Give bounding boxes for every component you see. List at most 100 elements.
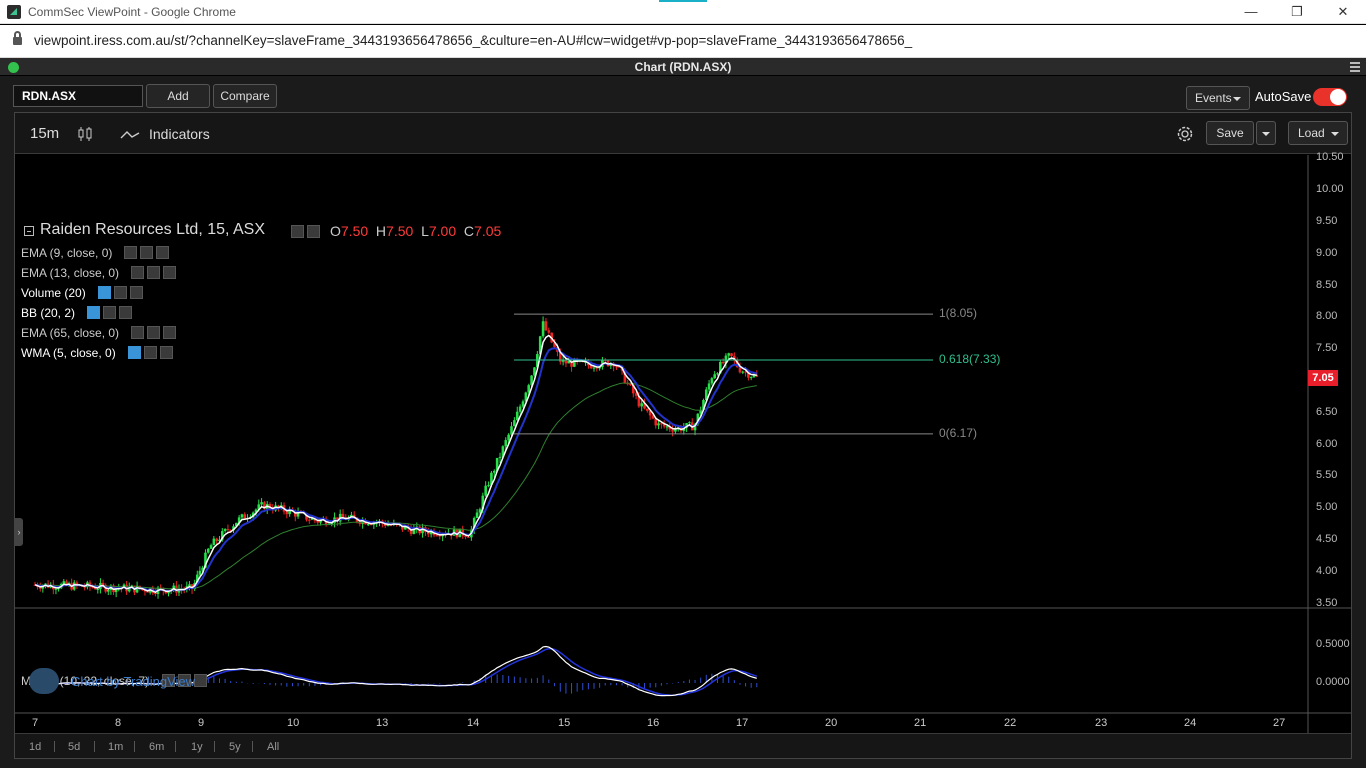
candle-body [188,584,191,587]
range-1d[interactable]: 1d [29,741,41,753]
chevron-down-icon [1331,132,1339,136]
last-price-badge: 7.05 [1308,369,1338,386]
candle-body [665,426,669,428]
price-tick-label: 7.50 [1316,342,1338,355]
candle-body [435,535,439,537]
bb-band-line [34,347,758,593]
range-1y[interactable]: 1y [191,741,203,753]
legend-settings-icon[interactable] [307,225,320,238]
study-eye-icon[interactable] [131,326,144,339]
save-options-dropdown[interactable] [1256,121,1276,145]
study-settings-icon[interactable] [147,266,160,279]
price-tick-label: 8.50 [1316,278,1338,291]
macd-tick-label: 0.0000 [1316,676,1350,688]
candle-body [198,570,202,575]
candle-body [671,429,674,432]
ohlc-close-key: C [463,223,475,239]
date-tick-label: 13 [376,717,389,729]
candle-body [721,361,725,364]
compare-button[interactable]: Compare [213,84,277,108]
study-ema-9[interactable]: EMA (9, close, 0) [21,246,112,260]
url-text[interactable]: viewpoint.iress.com.au/st/?channelKey=sl… [34,33,912,48]
candle-body [507,434,510,441]
close-window-button[interactable]: ✕ [1320,2,1366,22]
indicators-icon[interactable] [120,130,140,140]
legend-eye-icon[interactable] [291,225,304,238]
collapse-legend-icon[interactable] [24,226,34,236]
study-remove-icon[interactable] [130,286,143,299]
ohlc-high-key: H [375,223,387,239]
address-bar[interactable]: viewpoint.iress.com.au/st/?channelKey=sl… [0,25,1366,58]
interval-selector[interactable]: 15m [30,125,59,142]
expand-sidebar-button[interactable]: › [15,518,23,546]
candle-body [209,545,213,549]
study-wma-5[interactable]: WMA (5, close, 0) [21,346,116,360]
chart-window-title: Chart (RDN.ASX) [634,60,732,74]
date-tick-label: 27 [1273,717,1286,729]
study-remove-icon[interactable] [163,266,176,279]
study-eye-icon[interactable] [124,246,137,259]
autosave-toggle[interactable] [1313,88,1347,106]
candle-body [498,456,502,458]
study-eye-icon[interactable] [98,286,111,299]
tradingview-logo-icon [29,668,59,694]
load-dropdown[interactable]: Load [1288,121,1348,145]
study-remove-icon[interactable] [156,246,169,259]
candle-body [146,591,149,593]
range-1m[interactable]: 1m [108,741,123,753]
range-5d[interactable]: 5d [68,741,80,753]
price-tick-label: 9.00 [1316,246,1338,259]
study-settings-icon[interactable] [144,346,157,359]
tradingview-watermark[interactable]: Chart by TradingView [29,668,239,696]
date-tick-label: 24 [1184,717,1197,729]
indicators-button[interactable]: Indicators [149,126,210,142]
candle-body [341,513,345,518]
study-remove-icon[interactable] [119,306,132,319]
date-tick-label: 16 [647,717,660,729]
candlestick-icon[interactable] [77,126,93,142]
save-button[interactable]: Save [1206,121,1254,145]
fib-level-label: 0(6.17) [939,425,978,440]
load-label: Load [1298,126,1325,140]
price-tick-label: 4.00 [1316,564,1338,577]
range-5y[interactable]: 5y [229,741,241,753]
range-bar: 1d 5d 1m 6m 1y 5y All [15,733,1351,758]
toggle-knob [1330,89,1346,105]
candle-body [215,538,218,542]
candle-body [101,582,105,586]
study-ema-13[interactable]: EMA (13, close, 0) [21,266,119,280]
fib-level-label: 0.618(7.33) [939,351,1001,366]
ohlc-low-key: L [421,223,429,239]
study-remove-icon[interactable] [163,326,176,339]
candle-body [106,589,110,592]
macd-tick-label: 0.5000 [1316,638,1350,650]
study-settings-icon[interactable] [114,286,127,299]
study-eye-icon[interactable] [131,266,144,279]
symbol-input[interactable] [13,85,143,107]
price-tick-label: 9.50 [1316,214,1338,227]
candle-body [727,353,731,356]
study-settings-icon[interactable] [140,246,153,259]
candle-body [749,377,753,379]
candle-body [366,524,370,526]
price-chart-canvas[interactable] [15,155,1351,733]
study-settings-icon[interactable] [147,326,160,339]
gear-icon[interactable] [1175,124,1195,144]
study-remove-icon[interactable] [160,346,173,359]
study-eye-icon[interactable] [128,346,141,359]
candle-body [487,484,490,486]
study-eye-icon[interactable] [87,306,100,319]
study-settings-icon[interactable] [103,306,116,319]
range-all[interactable]: All [267,741,279,753]
range-6m[interactable]: 6m [149,741,164,753]
study-ema-65[interactable]: EMA (65, close, 0) [21,326,119,340]
minimize-button[interactable]: — [1228,2,1274,22]
ohlc-close-value: 7.05 [474,223,502,239]
date-tick-label: 7 [32,717,39,729]
study-bollinger-bands[interactable]: BB (20, 2) [21,306,75,320]
hamburger-menu-icon[interactable] [1350,62,1360,72]
add-button[interactable]: Add [146,84,210,108]
events-dropdown[interactable]: Events [1186,86,1250,110]
study-volume[interactable]: Volume (20) [21,286,86,300]
restore-button[interactable]: ❐ [1274,2,1320,22]
